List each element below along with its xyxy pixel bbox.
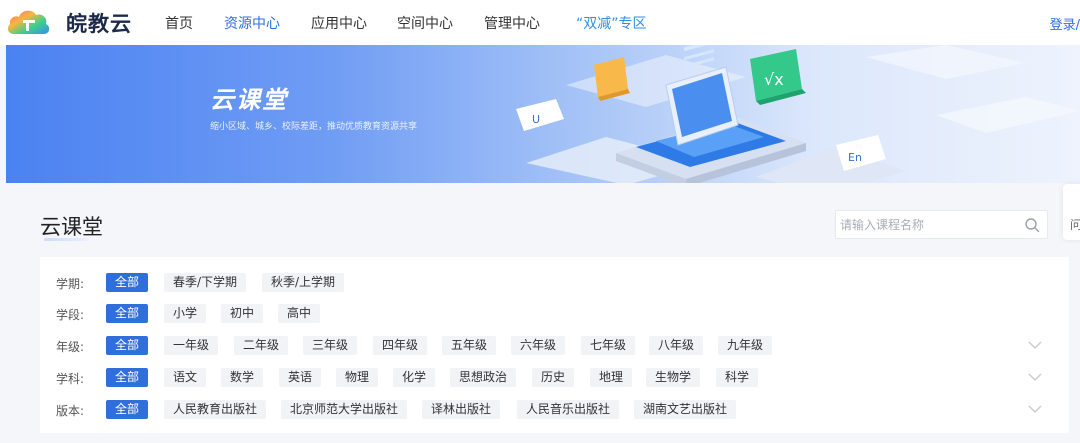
filter-chip[interactable]: 六年级	[511, 336, 566, 355]
filter-chip[interactable]: 七年级	[581, 336, 636, 355]
title-underline	[44, 238, 88, 241]
filter-chip[interactable]: 全部	[106, 304, 149, 323]
filter-chip[interactable]: 四年级	[373, 336, 428, 355]
svg-text:U: U	[532, 113, 540, 126]
filter-chip[interactable]: 九年级	[718, 336, 773, 355]
filter-chip[interactable]: 全部	[106, 368, 149, 387]
filter-chip[interactable]: 春季/下学期	[164, 273, 247, 292]
filter-chip[interactable]: 二年级	[234, 336, 289, 355]
course-search-box	[835, 210, 1048, 239]
filter-chip[interactable]: 初中	[221, 304, 264, 323]
chevron-down-icon[interactable]	[1027, 338, 1043, 352]
filter-chip[interactable]: 译林出版社	[422, 400, 501, 419]
filter-chip[interactable]: 五年级	[442, 336, 497, 355]
filter-chip[interactable]: 秋季/上学期	[262, 273, 345, 292]
filter-chip[interactable]: 全部	[106, 400, 149, 419]
chevron-down-icon[interactable]	[1027, 370, 1043, 384]
brand-name[interactable]: 皖教云	[66, 8, 132, 38]
filter-row-subject: 学科: 全部 语文 数学 英语 物理 化学 思想政治 历史 地理 生物学 科学	[40, 366, 1069, 390]
banner: 云课堂 缩小区域、城乡、校际差距，推动优质教育资源共享 √x U En	[6, 45, 1080, 183]
filter-row-grade: 年级: 全部 一年级 二年级 三年级 四年级 五年级 六年级 七年级 八年级 九…	[40, 334, 1069, 358]
filter-chip[interactable]: 生物学	[646, 368, 701, 387]
filter-chip[interactable]: 科学	[716, 368, 759, 387]
filter-label-edition: 版本:	[56, 404, 85, 418]
filter-chip[interactable]: 物理	[336, 368, 379, 387]
filter-chip[interactable]: 高中	[278, 304, 321, 323]
cloud-logo-icon[interactable]	[6, 6, 52, 38]
top-nav-bar: 皖教云 首页 资源中心 应用中心 空间中心 管理中心 “双减”专区 登录/	[0, 0, 1080, 45]
filter-label-grade: 年级:	[56, 340, 85, 354]
filter-chip[interactable]: 一年级	[164, 336, 219, 355]
filter-chip[interactable]: 英语	[279, 368, 322, 387]
nav-admin-center[interactable]: 管理中心	[484, 13, 540, 33]
filter-chip[interactable]: 历史	[532, 368, 575, 387]
filter-chip[interactable]: 湖南文艺出版社	[634, 400, 737, 419]
banner-subtitle: 缩小区域、城乡、校际差距，推动优质教育资源共享	[210, 122, 418, 132]
svg-text:En: En	[848, 151, 862, 164]
filter-label-stage: 学段:	[56, 308, 85, 322]
filter-chip[interactable]: 人民教育出版社	[164, 400, 267, 419]
filter-row-stage: 学段: 全部 小学 初中 高中	[40, 302, 1069, 326]
chevron-down-icon[interactable]	[1027, 402, 1043, 416]
banner-title: 云课堂	[210, 86, 288, 114]
filter-chip[interactable]: 八年级	[649, 336, 704, 355]
side-help-tab[interactable]: 问	[1063, 184, 1080, 240]
filter-panel: 学期: 全部 春季/下学期 秋季/上学期 学段: 全部 小学 初中 高中 年级:…	[40, 257, 1069, 433]
svg-text:√x: √x	[764, 70, 784, 89]
cloud-classroom-illustration: √x U En	[516, 45, 1080, 183]
login-link[interactable]: 登录/	[1050, 14, 1080, 33]
filter-chip[interactable]: 数学	[221, 368, 264, 387]
course-search-input[interactable]	[840, 215, 1010, 235]
filter-chip[interactable]: 化学	[393, 368, 436, 387]
filter-row-semester: 学期: 全部 春季/下学期 秋季/上学期	[40, 271, 1069, 295]
side-help-label: 问	[1070, 218, 1080, 232]
filter-chip[interactable]: 语文	[164, 368, 207, 387]
filter-chip[interactable]: 人民音乐出版社	[517, 400, 620, 419]
filter-chip[interactable]: 北京师范大学出版社	[281, 400, 408, 419]
nav-double-reduction-zone[interactable]: “双减”专区	[576, 13, 647, 33]
nav-app-center[interactable]: 应用中心	[311, 13, 367, 33]
page-title: 云课堂	[40, 215, 103, 239]
filter-chip[interactable]: 地理	[590, 368, 633, 387]
filter-chip[interactable]: 全部	[106, 273, 149, 292]
nav-home[interactable]: 首页	[165, 13, 193, 33]
filter-chip[interactable]: 三年级	[303, 336, 358, 355]
nav-space-center[interactable]: 空间中心	[397, 13, 453, 33]
filter-chip[interactable]: 小学	[164, 304, 207, 323]
search-icon[interactable]	[1024, 217, 1040, 233]
filter-row-edition: 版本: 全部 人民教育出版社 北京师范大学出版社 译林出版社 人民音乐出版社 湖…	[40, 398, 1069, 422]
filter-chip[interactable]: 思想政治	[450, 368, 517, 387]
nav-resource-center[interactable]: 资源中心	[224, 13, 280, 33]
filter-label-semester: 学期:	[56, 277, 85, 291]
filter-label-subject: 学科:	[56, 372, 85, 386]
filter-chip[interactable]: 全部	[106, 336, 149, 355]
